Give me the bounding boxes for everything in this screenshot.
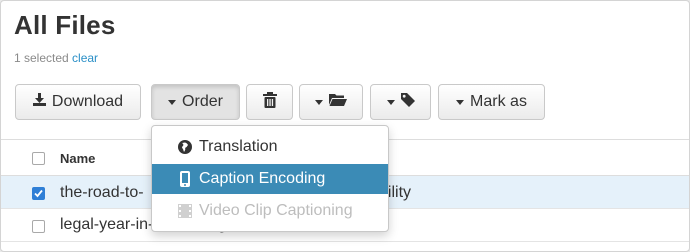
mark-as-label: Mark as (470, 93, 527, 110)
order-dropdown-button[interactable]: Order (151, 84, 240, 120)
mobile-icon (177, 171, 193, 187)
row-checkbox[interactable] (32, 187, 45, 200)
menu-item-video-clip-captioning: Video Clip Captioning (152, 196, 388, 226)
trash-icon (262, 91, 277, 113)
menu-item-caption-encoding[interactable]: Caption Encoding (152, 164, 388, 194)
files-panel: All Files 1 selected clear Download Orde… (0, 0, 690, 252)
tag-dropdown[interactable] (370, 84, 431, 120)
checkmark-icon (34, 189, 43, 198)
clear-selection-link[interactable]: clear (72, 51, 98, 65)
caret-down-icon (315, 100, 323, 105)
order-label: Order (182, 93, 223, 110)
caret-down-icon (456, 100, 465, 105)
globe-icon (177, 140, 193, 154)
download-label: Download (51, 93, 124, 110)
menu-item-label: Translation (199, 138, 278, 155)
file-name-start: the-road-to- (60, 184, 144, 201)
delete-button[interactable] (246, 84, 293, 120)
move-to-folder-dropdown[interactable] (299, 84, 363, 120)
menu-item-label: Video Clip Captioning (199, 202, 353, 219)
download-button[interactable]: Download (15, 84, 141, 120)
selection-info: 1 selected clear (14, 51, 98, 65)
mark-as-dropdown[interactable]: Mark as (438, 84, 545, 120)
page-title: All Files (14, 10, 116, 40)
caret-down-icon (168, 100, 177, 105)
select-all-checkbox[interactable] (32, 152, 45, 165)
row-checkbox[interactable] (32, 220, 45, 233)
caret-down-icon (386, 100, 395, 105)
tag-icon (400, 92, 415, 112)
film-icon (177, 204, 193, 218)
menu-item-translation[interactable]: Translation (152, 132, 388, 162)
folder-icon (329, 93, 347, 111)
menu-item-label: Caption Encoding (199, 170, 326, 187)
file-name[interactable]: the-road-to- (60, 184, 144, 202)
selection-count: 1 selected (14, 51, 69, 65)
order-dropdown-menu: Translation Caption Encoding Video Clip … (151, 125, 389, 232)
column-header-name[interactable]: Name (60, 151, 95, 166)
download-icon (32, 93, 46, 111)
